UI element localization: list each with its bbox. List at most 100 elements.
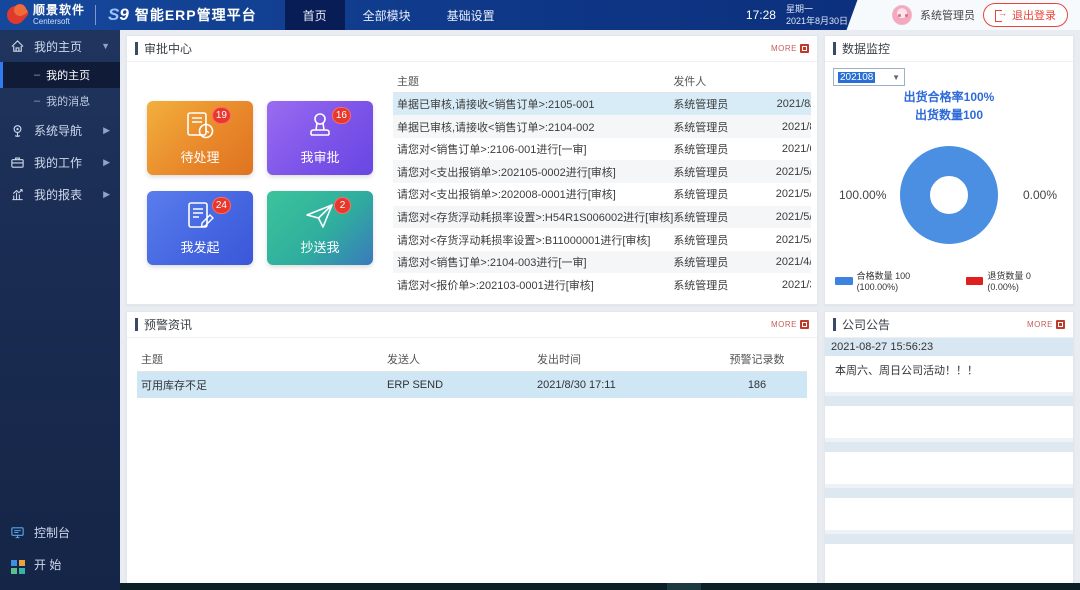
sidebar-item-console[interactable]: 控制台	[0, 516, 120, 548]
nav-tab-all-modules[interactable]: 全部模块	[345, 0, 429, 30]
alert-subject: 可用库存不足	[137, 377, 387, 393]
approval-row[interactable]: 单据已审核,请接收<销售订单>:2105-001 系统管理员 2021/8/14…	[393, 93, 811, 116]
sidebar-subitem-my-home[interactable]: – 我的主页	[0, 62, 120, 88]
approval-row[interactable]: 请您对<存货浮动耗损率设置>:H54R1S006002进行[审核] 系统管理员 …	[393, 206, 811, 229]
tile-initiated-by-me[interactable]: 24 我发起	[147, 191, 253, 265]
paper-plane-icon	[303, 201, 337, 231]
main-nav: 首页 全部模块 基础设置	[285, 0, 513, 30]
row-sender: 系统管理员	[673, 186, 759, 202]
row-sender: 系统管理员	[673, 96, 759, 112]
tile-label: 我发起	[180, 237, 219, 256]
approval-center-title: 审批中心	[144, 40, 192, 57]
announcement-placeholder-strip	[825, 534, 1073, 544]
nav-tab-home[interactable]: 首页	[285, 0, 345, 30]
col-sender: 发件人	[673, 73, 759, 89]
row-sender: 系统管理员	[673, 119, 759, 135]
announcement-date: 2021-08-27 15:56:23	[825, 338, 1073, 356]
approval-row[interactable]: 请您对<支出报销单>:202008-0001进行[审核] 系统管理员 2021/…	[393, 183, 811, 206]
logout-button[interactable]: 退出登录	[983, 3, 1068, 27]
panel-accent-bar	[135, 42, 138, 55]
approval-row[interactable]: 请您对<销售订单>:2106-001进行[一审] 系统管理员 2021/6/5 …	[393, 138, 811, 161]
alerts-title: 预警资讯	[144, 316, 192, 333]
bottom-status-bar	[120, 583, 1080, 590]
approval-row[interactable]: 请您对<支出报销单>:202105-0002进行[审核] 系统管理员 2021/…	[393, 160, 811, 183]
donut-ring	[900, 146, 998, 244]
row-time: 2021/5/22 16:39	[759, 188, 811, 200]
panel-accent-bar	[135, 318, 138, 331]
start-grid-icon	[10, 555, 26, 574]
legend-item-return: 退货数量 0 (0.00%)	[966, 269, 1063, 292]
row-sender: 系统管理员	[673, 141, 759, 157]
sidebar-subitem-my-messages[interactable]: – 我的消息	[0, 88, 120, 114]
home-icon	[10, 39, 26, 54]
approval-table-header: 主题 发件人 发出时间	[393, 70, 811, 93]
user-avatar[interactable]	[892, 5, 912, 25]
alert-time: 2021/8/30 17:11	[537, 379, 707, 391]
sidebar-subitem-label: 我的消息	[46, 93, 90, 109]
nav-tab-basic-settings[interactable]: 基础设置	[429, 0, 513, 30]
sidebar-item-my-reports[interactable]: 我的报表 ▶	[0, 178, 120, 210]
row-sender: 系统管理员	[673, 232, 759, 248]
sidebar-subitem-label: 我的主页	[46, 67, 90, 83]
sidebar: 我的主页 ▼ – 我的主页 – 我的消息 系统导航 ▶ 我的工作 ▶	[0, 30, 120, 590]
alerts-panel: 预警资讯 MORE 主题 发送人 发出时间 预警记录数 可用库存不足 ERP S…	[126, 311, 818, 590]
tile-cc-to-me[interactable]: 2 抄送我	[267, 191, 373, 265]
chevron-down-icon: ▼	[892, 73, 900, 82]
col-time: 发出时间	[537, 351, 707, 367]
col-subject: 主题	[137, 351, 387, 367]
alert-row[interactable]: 可用库存不足 ERP SEND 2021/8/30 17:11 186	[137, 372, 807, 398]
announcements-panel: 公司公告 MORE 2021-08-27 15:56:23 本周六、周日公司活动…	[824, 311, 1074, 590]
panel-accent-bar	[833, 42, 836, 55]
approval-row[interactable]: 单据已审核,请接收<销售订单>:2104-002 系统管理员 2021/8/5 …	[393, 115, 811, 138]
pending-count-badge: 19	[212, 107, 231, 124]
sidebar-item-label: 我的报表	[34, 186, 82, 203]
initiated-count-badge: 24	[212, 197, 231, 214]
console-icon	[10, 525, 26, 540]
chevron-right-icon: ▶	[103, 157, 110, 168]
sidebar-item-label: 我的工作	[34, 154, 82, 171]
tile-my-approvals[interactable]: 16 我审批	[267, 101, 373, 175]
approval-row[interactable]: 请您对<存货浮动耗损率设置>:B11000001进行[审核] 系统管理员 202…	[393, 228, 811, 251]
dash-bullet: –	[34, 69, 40, 81]
sidebar-item-label: 我的主页	[34, 38, 82, 55]
sidebar-item-my-work[interactable]: 我的工作 ▶	[0, 146, 120, 178]
chevron-down-icon: ▼	[101, 41, 110, 51]
approval-row[interactable]: 请您对<报价单>:202103-0001进行[审核] 系统管理员 2021/3/…	[393, 273, 811, 296]
col-time: 发出时间	[759, 73, 811, 89]
logout-icon	[995, 10, 1007, 20]
announcement-placeholder	[825, 406, 1073, 438]
alerts-more-link[interactable]: MORE	[771, 320, 809, 329]
donut-left-label: 100.00%	[839, 188, 886, 202]
announcement-text[interactable]: 本周六、周日公司活动！！！	[825, 356, 1073, 392]
s9-product-logo: S9	[108, 5, 129, 25]
row-subject: 单据已审核,请接收<销售订单>:2104-002	[393, 119, 673, 135]
announcement-placeholder	[825, 498, 1073, 530]
announcement-placeholder	[825, 452, 1073, 484]
approval-row[interactable]: 请您对<销售订单>:2104-003进行[一审] 系统管理员 2021/4/23…	[393, 251, 811, 274]
col-count: 预警记录数	[707, 351, 807, 367]
tile-pending[interactable]: 19 待处理	[147, 101, 253, 175]
row-sender: 系统管理员	[673, 277, 759, 293]
announcement-placeholder-strip	[825, 488, 1073, 498]
console-label: 控制台	[34, 524, 70, 541]
sidebar-item-start[interactable]: 开 始	[0, 548, 120, 580]
more-label: MORE	[771, 320, 797, 329]
col-sender: 发送人	[387, 351, 537, 367]
approval-more-link[interactable]: MORE	[771, 44, 809, 53]
row-time: 2021/3/3 12:00	[759, 279, 811, 291]
stat-shipment-qty: 出货数量100	[833, 106, 1065, 124]
period-value: 202108	[838, 72, 875, 83]
donut-right-label: 0.00%	[1023, 188, 1057, 202]
sidebar-item-my-home[interactable]: 我的主页 ▼	[0, 30, 120, 62]
announcement-placeholder-strip	[825, 442, 1073, 452]
logo-subtitle: Centersoft	[33, 18, 85, 26]
stat-pass-rate: 出货合格率100%	[833, 88, 1065, 106]
row-time: 2021/5/21 16:13	[759, 211, 811, 223]
sidebar-item-system-nav[interactable]: 系统导航 ▶	[0, 114, 120, 146]
clock-weekday: 星期一	[786, 3, 848, 15]
more-icon	[1056, 320, 1065, 329]
announcements-more-link[interactable]: MORE	[1027, 320, 1065, 329]
start-label: 开 始	[34, 556, 61, 573]
col-subject: 主题	[393, 73, 673, 89]
period-select[interactable]: 202108 ▼	[833, 68, 905, 86]
